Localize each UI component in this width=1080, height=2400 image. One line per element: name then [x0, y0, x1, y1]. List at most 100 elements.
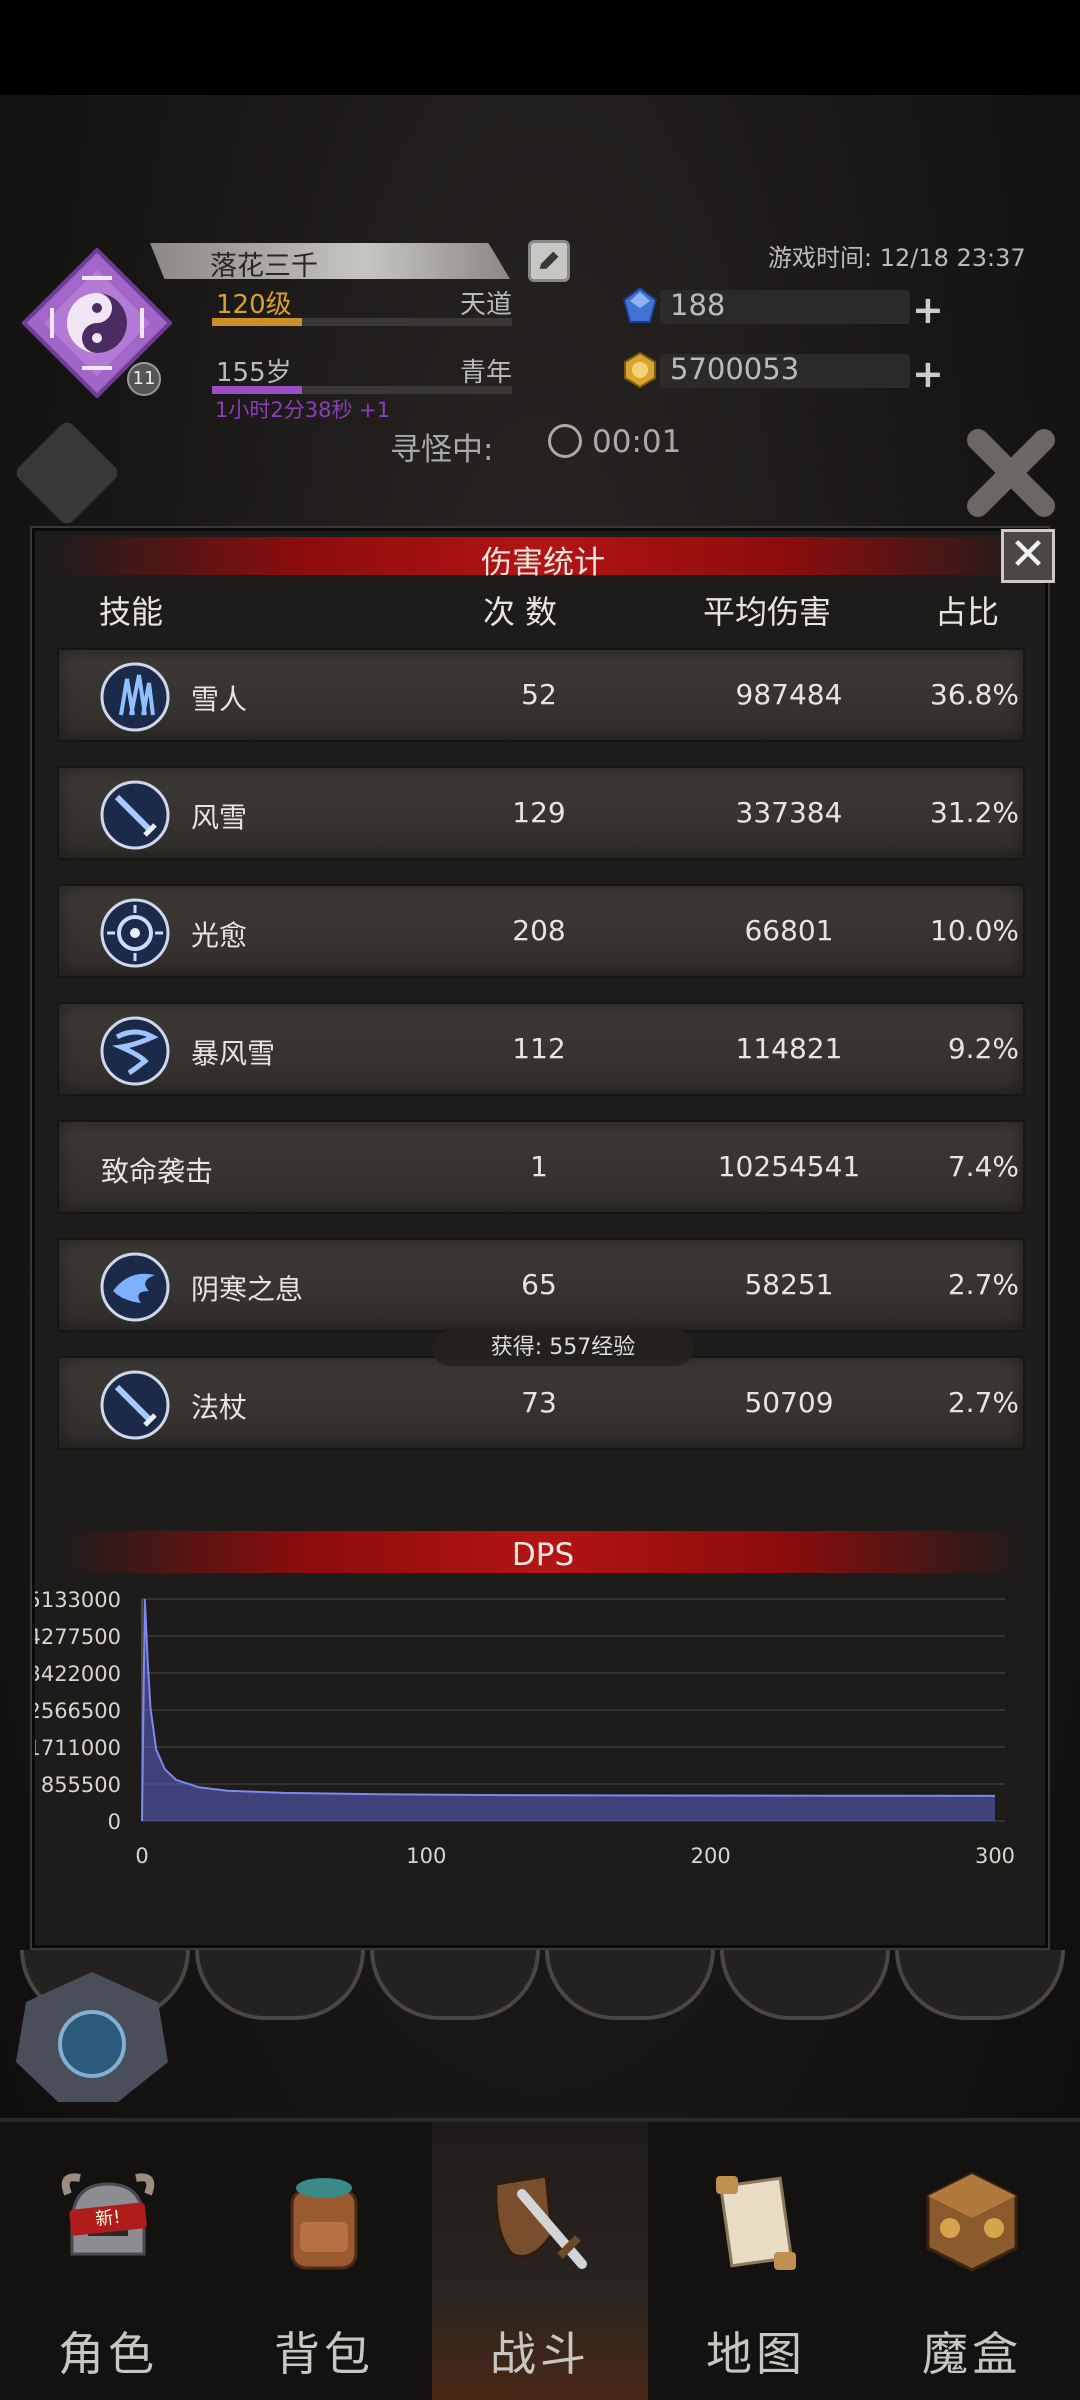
- skill-name: 雪人: [191, 683, 248, 716]
- age-label: 155岁: [216, 358, 292, 388]
- stopwatch-icon: [548, 424, 582, 458]
- shield-sword-icon: [494, 2174, 587, 2269]
- escape-x-icon[interactable]: [958, 420, 1064, 526]
- status-bar: [0, 0, 1080, 95]
- damage-percent: 2.7%: [947, 1268, 1019, 1301]
- column-header-pct: 占比: [935, 593, 1000, 631]
- skill-name: 光愈: [191, 919, 248, 952]
- avg-damage: 58251: [744, 1268, 834, 1301]
- damage-percent: 36.8%: [930, 678, 1019, 711]
- skill-name: 法杖: [191, 1391, 248, 1424]
- nav-label: 背包: [274, 2327, 374, 2381]
- y-tick-label: 4277500: [35, 1625, 121, 1649]
- game-time: 游戏时间: 12/18 23:37: [768, 244, 1026, 272]
- nav-label: 战斗: [490, 2327, 590, 2381]
- gem-count: 188: [670, 288, 726, 322]
- avg-damage: 50709: [744, 1386, 834, 1419]
- dps-title: DPS: [511, 1537, 575, 1573]
- nav-label: 角色: [58, 2327, 158, 2381]
- nav-item-battle[interactable]: 战斗: [432, 2122, 648, 2400]
- x-tick-label: 200: [691, 1844, 731, 1868]
- frost-breath-icon: [100, 1252, 170, 1322]
- x-tick-label: 100: [406, 1844, 446, 1868]
- scroll-map-icon: [716, 2176, 796, 2270]
- nav-item-map[interactable]: 地图: [648, 2122, 864, 2400]
- hit-count: 73: [521, 1386, 557, 1419]
- add-gold-button[interactable]: +: [912, 352, 944, 396]
- y-tick-label: 5133000: [35, 1591, 121, 1612]
- damage-percent: 7.4%: [947, 1150, 1019, 1183]
- avg-damage: 10254541: [717, 1150, 861, 1183]
- blue-gem-icon: [622, 286, 658, 323]
- column-header-skill: 技能: [99, 593, 164, 631]
- level-label: 120级: [216, 290, 292, 320]
- nav-label: 魔盒: [922, 2327, 1022, 2381]
- gem-resource: 188 +: [620, 286, 944, 332]
- y-tick-label: 3422000: [35, 1662, 121, 1686]
- table-row: 风雪 129 337384 31.2%: [57, 766, 1025, 860]
- bottom-navigation: 新! 角色 背包 战斗 地图 魔盒: [0, 2118, 1080, 2400]
- timer-text: 1小时2分38秒 +1: [215, 398, 391, 422]
- table-row: 致命袭击 1 10254541 7.4%: [57, 1120, 1025, 1214]
- name-plate: [150, 243, 510, 279]
- stone-gem-icon: [16, 1972, 168, 2102]
- backpack-icon: [290, 2178, 358, 2270]
- gold-resource: 5700053 +: [620, 350, 944, 396]
- x-tick-label: 300: [975, 1844, 1015, 1868]
- avg-damage: 114821: [735, 1032, 843, 1065]
- hit-count: 208: [512, 914, 566, 947]
- table-row: 光愈 208 66801 10.0%: [57, 884, 1025, 978]
- magic-box-icon: [926, 2172, 1018, 2272]
- nav-item-backpack[interactable]: 背包: [216, 2122, 432, 2400]
- avg-damage: 66801: [744, 914, 834, 947]
- hit-count: 129: [512, 796, 566, 829]
- realm-label: 天道: [459, 290, 512, 320]
- player-name: 落花三千: [210, 251, 318, 282]
- add-gems-button[interactable]: +: [912, 288, 944, 332]
- level-progress-fill: [212, 318, 302, 326]
- gold-count: 5700053: [670, 352, 800, 386]
- table-row: 雪人 52 987484 36.8%: [57, 648, 1025, 742]
- x-tick-label: 0: [135, 1844, 148, 1868]
- damage-stats-dialog: 伤害统计 ✕ 技能 次 数 平均伤害 占比 雪人 52 987484 36.8% 风雪 1…: [32, 528, 1055, 1948]
- y-tick-label: 0: [108, 1810, 121, 1834]
- exp-toast: 获得: 557经验: [432, 1330, 694, 1366]
- hit-count: 1: [530, 1150, 548, 1183]
- dialog-title: 伤害统计: [481, 545, 605, 581]
- hit-count: 112: [512, 1032, 566, 1065]
- dps-chart: 5133000 4277500 3422000 2566500 1711000 85550…: [35, 1591, 1015, 1868]
- table-row: 暴风雪 112 114821 9.2%: [57, 1002, 1025, 1096]
- nav-item-magic-box[interactable]: 魔盒: [864, 2122, 1080, 2400]
- age-progress-fill: [212, 386, 302, 394]
- edit-name-icon[interactable]: [528, 240, 570, 282]
- damage-percent: 31.2%: [930, 796, 1019, 829]
- skill-name: 阴寒之息: [191, 1273, 304, 1306]
- sun-ring-icon: [100, 898, 170, 968]
- damage-percent: 2.7%: [947, 1386, 1019, 1419]
- skill-name: 致命袭击: [101, 1155, 214, 1188]
- seeking-label: 寻怪中:: [390, 432, 494, 468]
- tornado-icon: [100, 1016, 170, 1086]
- table-row: 法杖 73 50709 2.7%: [57, 1356, 1025, 1450]
- damage-percent: 9.2%: [947, 1032, 1019, 1065]
- close-button[interactable]: ✕: [1001, 529, 1055, 583]
- skill-name: 暴风雪: [191, 1037, 276, 1070]
- nav-item-character[interactable]: 新! 角色: [0, 2122, 216, 2400]
- table-row: 阴寒之息 65 58251 2.7%: [57, 1238, 1025, 1332]
- y-tick-label: 2566500: [35, 1699, 121, 1723]
- ice-shards-icon: [100, 662, 170, 732]
- seeking-time: 00:01: [592, 424, 682, 460]
- y-tick-label: 1711000: [35, 1736, 121, 1760]
- hit-count: 65: [521, 1268, 557, 1301]
- column-header-avg: 平均伤害: [703, 593, 832, 631]
- avatar-badge: 11: [127, 362, 161, 396]
- nav-label: 地图: [706, 2327, 806, 2381]
- y-tick-label: 855500: [41, 1773, 121, 1797]
- skill-name: 风雪: [191, 801, 248, 834]
- column-header-count: 次 数: [483, 593, 558, 631]
- avg-damage: 337384: [735, 796, 843, 829]
- sword-icon: [100, 1370, 170, 1440]
- sword-icon: [100, 780, 170, 850]
- damage-percent: 10.0%: [930, 914, 1019, 947]
- hit-count: 52: [521, 678, 557, 711]
